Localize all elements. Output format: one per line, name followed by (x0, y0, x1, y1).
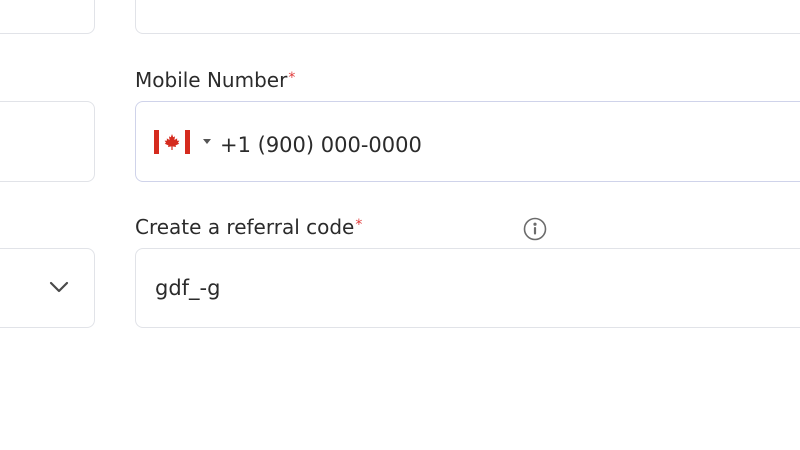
info-icon[interactable] (523, 217, 547, 245)
mobile-number-label: Mobile Number* (135, 68, 295, 92)
referral-code-label: Create a referral code* (135, 215, 362, 239)
top-right-field[interactable] (135, 0, 800, 34)
left-select-field[interactable] (0, 248, 95, 328)
chevron-down-icon[interactable] (49, 279, 69, 298)
mobile-number-label-text: Mobile Number (135, 68, 288, 92)
top-left-field[interactable] (0, 0, 95, 34)
country-dropdown-caret-icon[interactable] (203, 139, 211, 144)
referral-code-label-text: Create a referral code (135, 215, 355, 239)
referral-code-value[interactable]: gdf_-g (155, 275, 220, 301)
left-middle-field[interactable] (0, 101, 95, 182)
required-asterisk: * (355, 217, 363, 233)
canada-flag-icon[interactable] (154, 130, 190, 154)
required-asterisk: * (288, 70, 296, 86)
signup-form: Mobile Number* +1 (900) 000-0000 Create … (0, 0, 800, 450)
mobile-number-value[interactable]: +1 (900) 000-0000 (220, 132, 422, 158)
referral-code-field[interactable] (135, 248, 800, 328)
